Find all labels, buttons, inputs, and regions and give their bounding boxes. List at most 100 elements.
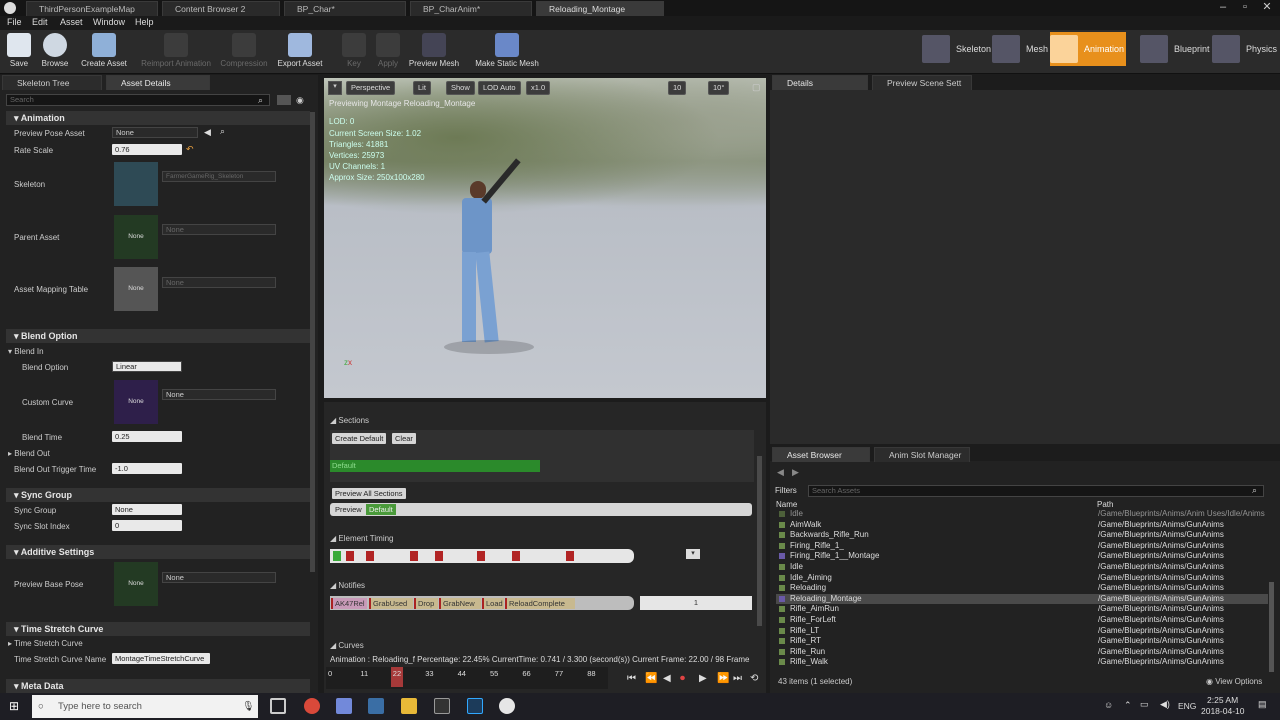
asset-row[interactable]: Firing_Rifle_1_ /Game/Blueprints/Anims/Gu… [776,541,1268,552]
notify-load[interactable]: Load [482,598,504,609]
loop-icon[interactable]: ⟲ [750,673,758,684]
timing-marker[interactable] [566,551,574,561]
menu-window[interactable]: Window [93,17,125,27]
time-stretch-name-field[interactable]: MontageTimeStretchCurve [112,653,210,664]
play-icon[interactable]: ▶ [699,673,707,684]
asset-search-input[interactable]: Search Assets [808,485,1264,497]
clear-button[interactable]: Clear [392,433,416,444]
app-blue-icon[interactable] [368,698,384,714]
asset-row[interactable]: Reloading/Game/Blueprints/Anims/GunAnims [776,583,1268,594]
element-timing-header[interactable]: ◢ Element Timing [330,534,394,543]
asset-row[interactable]: Rifle_RT/Game/Blueprints/Anims/GunAnims [776,636,1268,647]
tab-reloading-montage[interactable]: Reloading_Montage [536,1,664,16]
viewport[interactable]: zx [324,78,766,398]
taskbar-search-box[interactable]: ○ Type here to search 🎙 [32,695,258,718]
show-button[interactable]: Show [446,81,475,95]
tray-chevron-icon[interactable]: ⌃ [1124,700,1132,711]
menu-file[interactable]: File [7,17,22,27]
timing-marker[interactable] [512,551,520,561]
asset-row[interactable]: Rifle_AimRun/Game/Blueprints/Anims/GunAn… [776,604,1268,615]
preview-default-chip[interactable]: Default [366,504,396,515]
notify-drop[interactable]: Drop [414,598,438,609]
notifies-header[interactable]: ◢ Notifies [330,581,365,590]
sections-header[interactable]: ◢ Sections [330,416,369,425]
preview-all-sections-button[interactable]: Preview All Sections [332,488,406,499]
file-explorer-icon[interactable] [401,698,417,714]
clock-date[interactable]: 2018-04-10 [1201,706,1244,716]
asset-row[interactable]: Backwards_Rifle_Run/Game/Blueprints/Anim… [776,530,1268,541]
create-asset-button[interactable]: Create Asset [76,32,132,72]
photoshop-icon[interactable] [467,698,483,714]
lod-button[interactable]: LOD Auto [478,81,521,95]
preview-section-button[interactable]: Preview [332,504,365,515]
unreal-editor-icon[interactable] [499,698,515,714]
timing-marker-start[interactable] [333,551,341,561]
close-icon[interactable]: ✕ [1256,0,1278,16]
tab-asset-details[interactable]: Asset Details [106,75,210,90]
windows-start-icon[interactable]: ⊞ [9,699,19,713]
lit-button[interactable]: Lit [413,81,431,95]
timing-marker[interactable] [435,551,443,561]
preview-pose-dropdown[interactable]: None [112,127,198,138]
blend-time-field[interactable]: 0.25 [112,431,182,442]
asset-scrollbar[interactable] [1269,582,1274,672]
tab-asset-browser[interactable]: Asset Browser [772,447,870,462]
minimize-icon[interactable]: ‒ [1212,0,1234,16]
language-indicator[interactable]: ENG [1178,701,1196,711]
blend-out-trigger-field[interactable]: -1.0 [112,463,182,474]
time-stretch-section-header[interactable]: ▾ Time Stretch Curve [6,622,310,636]
timing-marker[interactable] [477,551,485,561]
tab-thirdperson-map[interactable]: ThirdPersonExampleMap [26,1,158,16]
back-arrow-icon[interactable]: ◀ [777,467,784,478]
timeline-track[interactable] [326,667,608,689]
search-input[interactable]: Search [6,94,270,106]
mode-animation[interactable]: Animation [1050,32,1126,66]
asset-search-icon[interactable]: ⌕ [1252,485,1257,496]
asset-row[interactable]: Idle/Game/Blueprints/Anims/Anim Uses/Idl… [776,509,1268,520]
step-forward-icon[interactable]: ⏩ [717,673,729,684]
reimport-animation-button[interactable]: Reimport Animation [138,32,214,72]
custom-curve-dropdown[interactable]: None [162,389,276,400]
eye-icon[interactable]: ◉ [296,95,304,106]
make-static-mesh-button[interactable]: Make Static Mesh [474,32,540,72]
grid-view-icon[interactable] [277,95,291,105]
curves-header[interactable]: ◢ Curves [330,641,364,650]
search-icon[interactable]: ⌕ [258,95,263,106]
timing-marker[interactable] [410,551,418,561]
volume-icon[interactable]: ◀) [1160,699,1170,710]
notify-reloadcomplete[interactable]: ReloadComplete [505,598,575,609]
asset-row[interactable]: Rifle_ForLeft/Game/Blueprints/Anims/GunA… [776,615,1268,626]
timing-marker[interactable] [346,551,354,561]
path-column-header[interactable]: Path [1097,500,1113,509]
mode-mesh[interactable]: Mesh [992,32,1048,66]
parent-asset-dropdown[interactable]: None [162,224,276,235]
tab-bp-charanim[interactable]: BP_CharAnim* [410,1,532,16]
skeleton-thumbnail[interactable] [114,162,158,206]
maximize-icon[interactable]: ▫ [1234,0,1256,16]
rate-scale-field[interactable]: 0.76 [112,144,182,155]
preview-mesh-button[interactable]: Preview Mesh [408,32,460,72]
tab-content-browser[interactable]: Content Browser 2 [162,1,280,16]
meta-data-section-header[interactable]: ▾ Meta Data [6,679,310,693]
name-column-header[interactable]: Name [776,500,797,509]
element-timing-dropdown[interactable]: ▾ [686,549,700,559]
blend-option-dropdown[interactable]: Linear [112,361,182,372]
default-section-bar[interactable]: Default [330,460,540,472]
perspective-button[interactable]: Perspective [346,81,396,95]
asset-row[interactable]: Idle/Game/Blueprints/Anims/GunAnims [776,562,1268,573]
key-button[interactable]: Key [340,32,368,72]
arrow-left-icon[interactable]: ◀ [204,127,211,138]
clock-time[interactable]: 2:25 AM [1207,695,1238,705]
timing-marker[interactable] [366,551,374,561]
create-default-button[interactable]: Create Default [332,433,387,444]
mode-skeleton[interactable]: Skeleton [922,32,991,66]
asset-mapping-dropdown[interactable]: None [162,277,276,288]
grid-snap-button[interactable]: 10 [668,81,687,95]
menu-help[interactable]: Help [135,17,154,27]
mode-blueprint[interactable]: Blueprint [1140,32,1210,66]
chrome-icon[interactable] [304,698,320,714]
epic-launcher-icon[interactable] [434,698,450,714]
tab-skeleton-tree[interactable]: Skeleton Tree [2,75,102,90]
speed-button[interactable]: x1.0 [526,81,551,95]
apply-button[interactable]: Apply [372,32,404,72]
